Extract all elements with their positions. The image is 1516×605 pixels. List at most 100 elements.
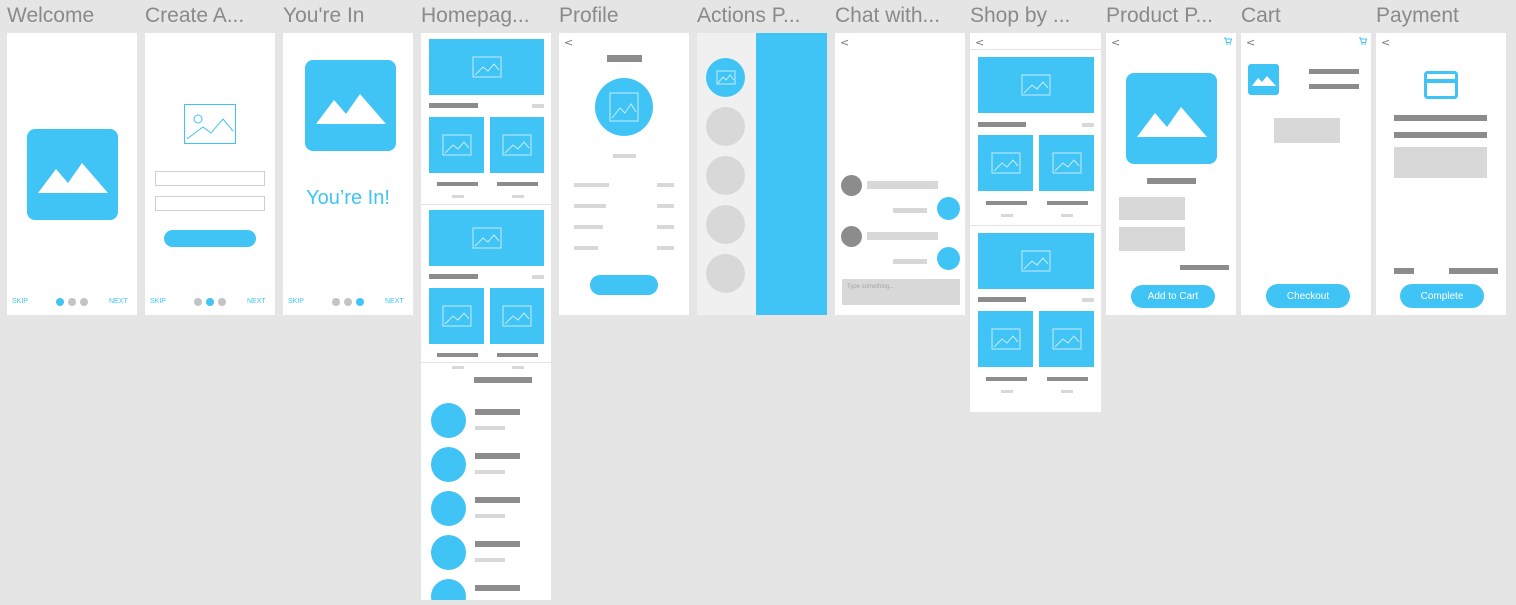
list-heading: [474, 377, 532, 383]
card-details-field[interactable]: [1394, 147, 1487, 178]
frame-homepage[interactable]: [421, 33, 551, 600]
back-chevron-icon[interactable]: <: [975, 36, 984, 49]
category-banner-image-icon[interactable]: [978, 57, 1094, 113]
list-item-avatar[interactable]: [431, 535, 466, 570]
profile-row-label: [574, 225, 603, 229]
frame-title-homepage[interactable]: Homepag...: [421, 4, 530, 28]
banner-image-icon[interactable]: [429, 210, 544, 266]
next-link[interactable]: NEXT: [385, 298, 404, 305]
frame-title-actions[interactable]: Actions P...: [697, 4, 801, 28]
frame-actions[interactable]: [697, 33, 827, 315]
page-dot-3[interactable]: [356, 298, 364, 306]
frame-welcome[interactable]: SKIP NEXT: [7, 33, 137, 315]
see-all-link[interactable]: [1082, 123, 1094, 127]
next-link[interactable]: NEXT: [247, 298, 266, 305]
profile-action-button[interactable]: [590, 275, 658, 295]
frame-chat[interactable]: < Type something...: [835, 33, 965, 315]
skip-link[interactable]: SKIP: [150, 298, 166, 305]
frame-title-create-account[interactable]: Create A...: [145, 4, 244, 28]
name-field[interactable]: [155, 171, 265, 186]
list-item-avatar[interactable]: [431, 447, 466, 482]
frame-title-product[interactable]: Product P...: [1106, 4, 1213, 28]
page-dot-3[interactable]: [218, 298, 226, 306]
product-image-icon[interactable]: [1039, 311, 1094, 367]
cart-item-name: [1309, 69, 1359, 74]
skip-link[interactable]: SKIP: [288, 298, 304, 305]
create-account-button[interactable]: [164, 230, 256, 247]
action-image-icon[interactable]: [706, 58, 745, 97]
see-all-link[interactable]: [532, 104, 544, 108]
frame-title-cart[interactable]: Cart: [1241, 4, 1281, 28]
see-all-link[interactable]: [532, 275, 544, 279]
frame-payment[interactable]: < Complete: [1376, 33, 1506, 315]
category-banner-image-icon[interactable]: [978, 233, 1094, 289]
frame-product[interactable]: < Add to Cart: [1106, 33, 1236, 315]
chat-message-sent: [893, 208, 927, 213]
frame-shop[interactable]: <: [970, 33, 1101, 412]
page-dot-1[interactable]: [194, 298, 202, 306]
back-chevron-icon[interactable]: <: [1246, 36, 1255, 49]
action-item[interactable]: [706, 254, 745, 293]
frame-title-payment[interactable]: Payment: [1376, 4, 1459, 28]
profile-name: [607, 55, 642, 62]
product-image-icon[interactable]: [429, 288, 484, 344]
banner-image-icon[interactable]: [429, 39, 544, 95]
frame-cart[interactable]: < Checkout: [1241, 33, 1371, 315]
page-dot-2[interactable]: [206, 298, 214, 306]
frame-create-account[interactable]: SKIP NEXT: [145, 33, 275, 315]
cart-icon[interactable]: [1359, 37, 1367, 45]
skip-link[interactable]: SKIP: [12, 298, 28, 305]
password-field[interactable]: [155, 196, 265, 211]
product-image-icon[interactable]: [978, 135, 1033, 191]
add-to-cart-button[interactable]: Add to Cart: [1131, 285, 1215, 308]
product-image-icon[interactable]: [978, 311, 1033, 367]
product-image-icon[interactable]: [490, 117, 544, 173]
frame-youre-in[interactable]: You’re In! SKIP NEXT: [283, 33, 413, 315]
back-chevron-icon[interactable]: <: [1111, 36, 1120, 49]
frame-title-youre-in[interactable]: You're In: [283, 4, 364, 28]
product-name: [497, 353, 538, 357]
list-item-subtitle: [475, 426, 505, 430]
image-placeholder-icon: [184, 104, 236, 144]
product-option-selector[interactable]: [1119, 197, 1185, 220]
product-price: [452, 195, 464, 198]
frame-title-chat[interactable]: Chat with...: [835, 4, 940, 28]
product-name: [986, 377, 1027, 381]
page-dot-2[interactable]: [68, 298, 76, 306]
chat-message-sent: [893, 259, 927, 264]
profile-avatar-icon[interactable]: [595, 78, 653, 136]
product-image-icon[interactable]: [1039, 135, 1094, 191]
product-price: [1180, 265, 1229, 270]
frame-profile[interactable]: <: [559, 33, 689, 315]
page-dot-1[interactable]: [56, 298, 64, 306]
list-item-avatar[interactable]: [431, 579, 466, 600]
frame-title-shop[interactable]: Shop by ...: [970, 4, 1070, 28]
profile-row-label: [574, 204, 606, 208]
list-item-avatar[interactable]: [431, 403, 466, 438]
product-image-icon[interactable]: [429, 117, 484, 173]
profile-row-value: [657, 183, 674, 187]
back-chevron-icon[interactable]: <: [564, 36, 573, 49]
checkout-button[interactable]: Checkout: [1266, 284, 1350, 308]
youre-in-headline: You’re In!: [306, 187, 390, 209]
product-option-selector[interactable]: [1119, 227, 1185, 251]
frame-title-profile[interactable]: Profile: [559, 4, 619, 28]
list-item-title: [475, 541, 520, 547]
back-chevron-icon[interactable]: <: [1381, 36, 1390, 49]
action-item[interactable]: [706, 107, 745, 146]
product-image-icon[interactable]: [490, 288, 544, 344]
back-chevron-icon[interactable]: <: [840, 36, 849, 49]
chat-message-input[interactable]: Type something...: [842, 279, 960, 305]
next-link[interactable]: NEXT: [109, 298, 128, 305]
action-item[interactable]: [706, 156, 745, 195]
page-dot-1[interactable]: [332, 298, 340, 306]
frame-title-welcome[interactable]: Welcome: [7, 4, 94, 28]
profile-row-value: [657, 225, 674, 229]
page-dot-3[interactable]: [80, 298, 88, 306]
cart-icon[interactable]: [1224, 37, 1232, 45]
complete-button[interactable]: Complete: [1400, 284, 1484, 308]
action-item[interactable]: [706, 205, 745, 244]
page-dot-2[interactable]: [344, 298, 352, 306]
list-item-avatar[interactable]: [431, 491, 466, 526]
see-all-link[interactable]: [1082, 298, 1094, 302]
